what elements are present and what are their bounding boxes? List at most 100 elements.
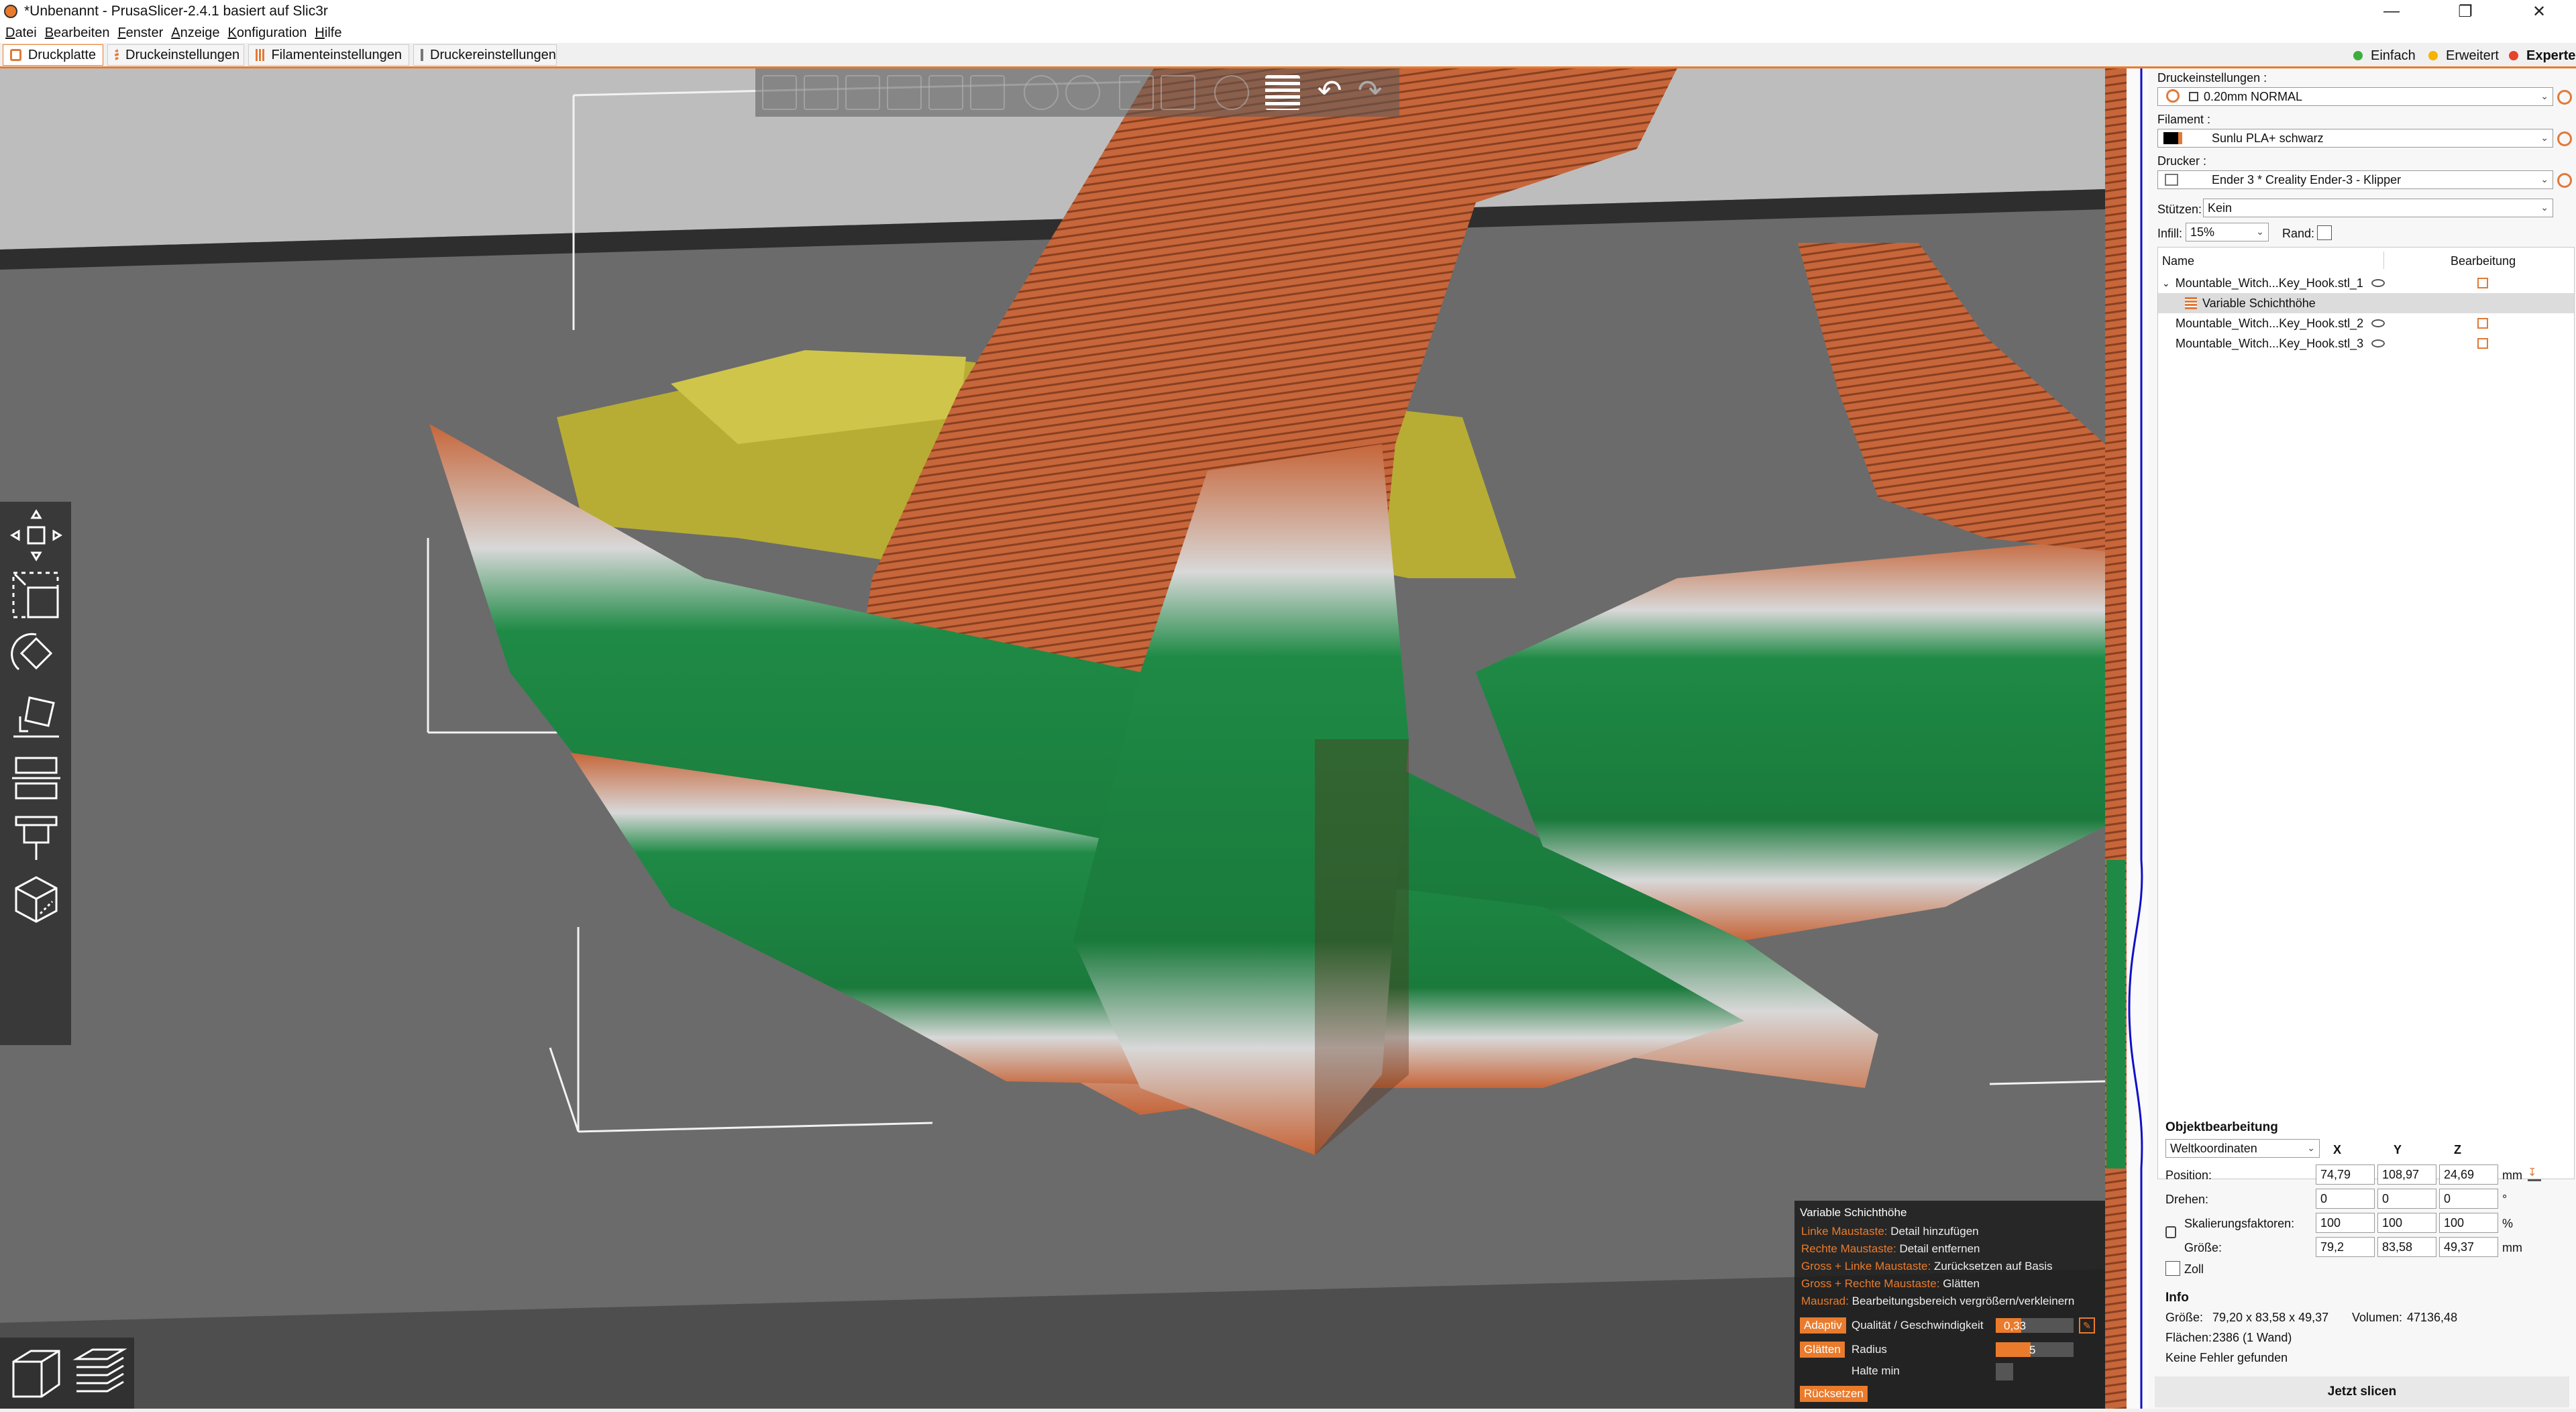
visibility-eye-icon[interactable] (2371, 339, 2385, 347)
undo-icon[interactable]: ↶ (1312, 75, 1347, 110)
printer-edit-gear-icon[interactable] (2557, 173, 2572, 188)
print-settings-gear-icon (115, 49, 119, 61)
edit-pencil-icon[interactable]: ✎ (2079, 1317, 2095, 1334)
visibility-eye-icon[interactable] (2371, 279, 2385, 287)
chevron-down-icon[interactable]: ⌄ (2162, 278, 2170, 289)
add-instance-icon[interactable] (1024, 75, 1059, 110)
menu-konfiguration[interactable]: Konfiguration (228, 25, 307, 41)
size-x-input[interactable]: 79,2 (2316, 1237, 2375, 1257)
hint-row: Rechte Maustaste: Detail entfernen (1801, 1242, 1980, 1255)
rotate-icon[interactable] (9, 629, 63, 683)
axis-x-header: X (2333, 1143, 2342, 1156)
hint-row: Mausrad: Bearbeitungsbereich vergrößern/… (1801, 1295, 2075, 1307)
move-icon[interactable] (9, 508, 63, 562)
menu-datei[interactable]: Datei (5, 25, 37, 41)
lock-scale-icon[interactable] (2165, 1226, 2176, 1238)
mode-experte[interactable]: Experte (2504, 46, 2576, 66)
split-objects-icon[interactable] (1119, 75, 1154, 110)
scale-y-input[interactable]: 100 (2377, 1213, 2436, 1233)
close-icon[interactable]: ✕ (2502, 0, 2576, 23)
scale-z-input[interactable]: 100 (2439, 1213, 2498, 1233)
support-painting-icon[interactable] (9, 810, 63, 864)
position-x-input[interactable]: 74,79 (2316, 1164, 2375, 1185)
split-parts-icon[interactable] (1161, 75, 1195, 110)
mode-simple-dot-icon (2353, 51, 2363, 60)
keep-min-checkbox[interactable] (1996, 1363, 2013, 1380)
variable-layer-height-icon[interactable] (1265, 75, 1300, 110)
mode-einfach[interactable]: Einfach (2348, 46, 2421, 66)
position-y-input[interactable]: 108,97 (2377, 1164, 2436, 1185)
inch-checkbox[interactable] (2165, 1261, 2180, 1276)
visibility-eye-icon[interactable] (2371, 319, 2385, 327)
hint-row: Gross + Linke Maustaste: Zurücksetzen au… (1801, 1260, 2053, 1272)
adaptive-button[interactable]: Adaptiv (1800, 1317, 1846, 1334)
printer-icon (2165, 174, 2178, 186)
object-row[interactable]: Mountable_Witch...Key_Hook.stl_3 (2158, 333, 2574, 354)
place-on-face-icon[interactable] (9, 690, 63, 743)
layer-height-profile[interactable] (2105, 68, 2148, 1409)
filament-edit-gear-icon[interactable] (2557, 131, 2572, 146)
variable-layer-height-panel: Variable Schichthöhe Linke Maustaste: De… (1794, 1201, 2105, 1409)
printer-combo[interactable]: Ender 3 * Creality Ender-3 - Klipper ⌄ (2157, 170, 2553, 189)
infill-label: Infill: (2157, 227, 2183, 240)
restore-icon[interactable]: ❐ (2428, 0, 2502, 23)
menu-hilfe[interactable]: Hilfe (315, 25, 341, 41)
scale-x-input[interactable]: 100 (2316, 1213, 2375, 1233)
menu-bearbeiten[interactable]: Bearbeiten (45, 25, 110, 41)
3d-view-cube-icon[interactable] (5, 1343, 66, 1403)
brim-checkbox[interactable] (2317, 225, 2332, 240)
size-z-input[interactable]: 49,37 (2439, 1237, 2498, 1257)
quality-slider[interactable]: 0,33 (1996, 1318, 2074, 1333)
object-row[interactable]: Variable Schichthöhe (2158, 293, 2574, 313)
object-row[interactable]: ⌄ Mountable_Witch...Key_Hook.stl_1 (2158, 273, 2574, 293)
coordinate-system-combo[interactable]: Weltkoordinaten ⌄ (2165, 1139, 2320, 1158)
print-settings-edit-gear-icon[interactable] (2557, 90, 2572, 105)
search-icon[interactable] (1214, 75, 1249, 110)
infill-combo[interactable]: 15% ⌄ (2186, 223, 2269, 241)
tab-druckereinstellungen[interactable]: Druckereinstellungen (413, 44, 557, 66)
chevron-down-icon: ⌄ (2540, 132, 2548, 143)
smooth-button[interactable]: Glätten (1800, 1342, 1845, 1358)
radius-slider[interactable]: 5 (1996, 1342, 2074, 1357)
edit-object-icon[interactable] (2477, 278, 2488, 288)
chevron-down-icon: ⌄ (2256, 226, 2264, 237)
preview-layers-icon[interactable] (70, 1343, 130, 1403)
edit-object-icon[interactable] (2477, 318, 2488, 329)
seam-painting-icon[interactable] (9, 871, 63, 924)
cut-icon[interactable] (9, 750, 63, 804)
3d-scene[interactable] (0, 68, 2105, 1409)
drop-to-bed-icon[interactable]: ↧ (2528, 1166, 2541, 1181)
tab-druckeinstellungen[interactable]: Druckeinstellungen (107, 44, 244, 66)
sidebar: Druckeinstellungen : 0.20mm NORMAL ⌄ Fil… (2148, 68, 2576, 1409)
tab-druckplatte[interactable]: Druckplatte (3, 44, 103, 66)
rotate-unit: ° (2502, 1193, 2508, 1206)
delete-all-icon[interactable] (845, 75, 880, 110)
edit-object-icon[interactable] (2477, 338, 2488, 349)
rotate-x-input[interactable]: 0 (2316, 1189, 2375, 1209)
remove-instance-icon[interactable] (1065, 75, 1100, 110)
copy-icon[interactable] (928, 75, 963, 110)
filament-combo[interactable]: Sunlu PLA+ schwarz ⌄ (2157, 129, 2553, 148)
tab-filamenteinstellungen[interactable]: Filamenteinstellungen (248, 44, 409, 66)
print-settings-combo[interactable]: 0.20mm NORMAL ⌄ (2157, 87, 2553, 106)
add-object-icon[interactable] (762, 75, 797, 110)
filament-color-swatch (2163, 132, 2182, 144)
arrange-icon[interactable] (887, 75, 922, 110)
mode-erweitert[interactable]: Erweitert (2423, 46, 2504, 66)
reset-button[interactable]: Rücksetzen (1800, 1386, 1868, 1402)
minimize-icon[interactable]: — (2355, 0, 2428, 23)
position-z-input[interactable]: 24,69 (2439, 1164, 2498, 1185)
rotate-y-input[interactable]: 0 (2377, 1189, 2436, 1209)
redo-icon[interactable]: ↷ (1352, 75, 1387, 110)
menu-anzeige[interactable]: Anzeige (171, 25, 219, 41)
supports-combo[interactable]: Kein ⌄ (2203, 199, 2553, 217)
object-row[interactable]: Mountable_Witch...Key_Hook.stl_2 (2158, 313, 2574, 333)
3d-viewport[interactable]: ↶ ↷ Variable Schichthöhe Linke Maustaste… (0, 68, 2105, 1409)
delete-icon[interactable] (804, 75, 839, 110)
paste-icon[interactable] (970, 75, 1005, 110)
rotate-z-input[interactable]: 0 (2439, 1189, 2498, 1209)
slice-now-button[interactable]: Jetzt slicen (2155, 1376, 2569, 1407)
size-y-input[interactable]: 83,58 (2377, 1237, 2436, 1257)
menu-fenster[interactable]: Fenster (117, 25, 163, 41)
scale-icon[interactable] (9, 569, 63, 622)
